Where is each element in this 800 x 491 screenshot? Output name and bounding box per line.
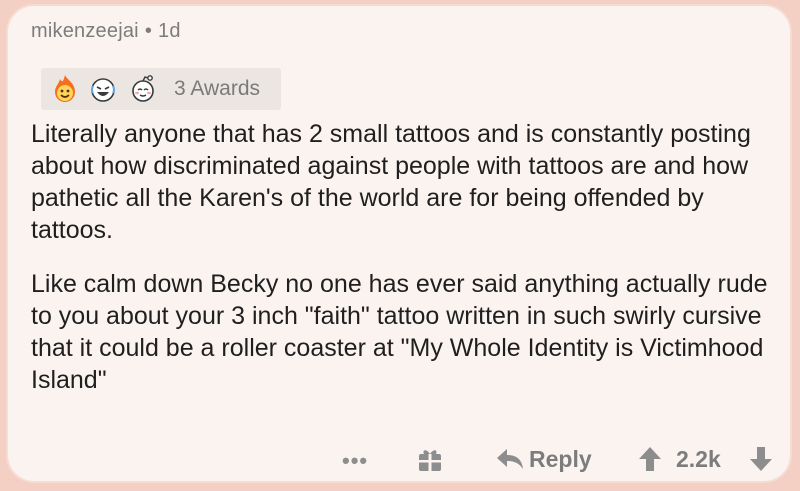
comment-body: Literally anyone that has 2 small tattoo…: [31, 118, 771, 418]
reply-button[interactable]: Reply: [529, 446, 592, 473]
separator-dot: •: [144, 20, 153, 42]
comment-actions: ••• Reply 2.2k: [8, 442, 790, 482]
awards-badge[interactable]: 3 Awards: [41, 68, 281, 110]
more-options-icon[interactable]: •••: [342, 448, 368, 474]
comment-paragraph: Like calm down Becky no one has ever sai…: [31, 270, 768, 394]
gift-award-icon[interactable]: [416, 445, 444, 473]
awards-count: 3 Awards: [174, 77, 260, 100]
vote-score: 2.2k: [676, 446, 721, 472]
author-name[interactable]: mikenzeejai: [31, 20, 139, 42]
fire-face-award-icon: [55, 75, 75, 102]
laughing-face-award-icon: [91, 78, 115, 102]
comment-paragraph: Literally anyone that has 2 small tattoo…: [31, 120, 751, 244]
downvote-arrow-icon[interactable]: [749, 445, 773, 473]
reply-arrow-icon[interactable]: [495, 445, 525, 473]
upvote-arrow-icon[interactable]: [638, 445, 662, 473]
comment-age: 1d: [158, 20, 181, 42]
wholesome-award-icon: [132, 75, 154, 102]
comment-card: mikenzeejai • 1d 3 Awards Literally anyo…: [8, 6, 790, 481]
comment-header: mikenzeejai • 1d: [31, 20, 181, 43]
